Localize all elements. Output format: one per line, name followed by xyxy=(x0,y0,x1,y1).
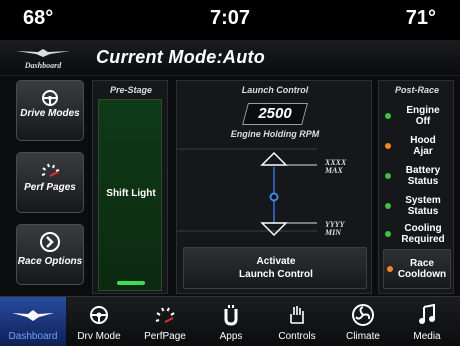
perf-pages-label: Perf Pages xyxy=(24,182,76,193)
nav-climate[interactable]: Climate xyxy=(330,297,396,346)
status-dot xyxy=(385,203,391,209)
nav-label: Media xyxy=(413,331,441,342)
pr-line1: Engine xyxy=(406,105,440,116)
nav-controls[interactable]: Controls xyxy=(264,297,330,346)
perf-pages-button[interactable]: Perf Pages xyxy=(16,152,84,213)
nav-dashboard[interactable]: Dashboard xyxy=(0,297,66,346)
rpm-min-label: YYYY MIN xyxy=(325,221,345,237)
rpm-min-down-arrow[interactable] xyxy=(260,222,288,237)
pr-line2: Ajar xyxy=(413,146,433,157)
pr-btn-line1: Race xyxy=(410,258,434,269)
nav-label: Controls xyxy=(278,331,316,342)
shift-light-display: Shift Light xyxy=(98,99,162,291)
status-dot xyxy=(385,143,391,149)
rpm-max-up-arrow[interactable] xyxy=(260,151,288,166)
pr-line2: Status xyxy=(407,206,439,217)
status-dot xyxy=(385,231,391,237)
pr-line2: Off xyxy=(415,116,431,127)
apps-icon xyxy=(224,305,238,326)
race-options-button[interactable]: Race Options xyxy=(16,224,84,285)
rpm-value: 2500 xyxy=(258,105,292,122)
pr-line2: Required xyxy=(401,234,445,245)
main-panel: Drive Modes Perf Pages Race Options Pre-… xyxy=(0,76,460,296)
nav-label: Dashboard xyxy=(8,331,58,342)
post-race-item-battery: Battery Status xyxy=(379,161,455,191)
status-dot xyxy=(385,113,391,119)
drive-modes-label: Drive Modes xyxy=(20,108,80,119)
pr-btn-line2: Cooldown xyxy=(397,269,447,280)
bottom-nav: Dashboard Drv Mode PerfPage Apps Control… xyxy=(0,296,460,346)
dashboard-wing-icon xyxy=(12,310,54,321)
nav-apps[interactable]: Apps xyxy=(198,297,264,346)
pr-line1: Battery xyxy=(405,165,441,176)
race-cooldown-button[interactable]: Race Cooldown xyxy=(383,249,451,289)
status-bar: 68° 7:07 71° xyxy=(0,0,460,38)
engine-holding-rpm-label: Engine Holding RPM xyxy=(230,129,320,139)
shift-light-indicator xyxy=(117,281,145,285)
status-dot xyxy=(385,173,391,179)
pr-line1: Cooling xyxy=(404,223,442,234)
nav-media[interactable]: Media xyxy=(394,297,460,346)
post-race-header: Post-Race xyxy=(394,85,439,95)
pre-stage-panel: Pre-Stage Shift Light xyxy=(92,80,168,294)
activate-line1: Activate xyxy=(256,256,296,267)
mode-bar: Dashboard Current Mode:Auto xyxy=(0,40,460,76)
dashboard-logo-label: Dashboard xyxy=(24,61,62,70)
nav-label: Apps xyxy=(219,331,243,342)
nav-label: Climate xyxy=(346,331,380,342)
activate-line2: Launch Control xyxy=(239,269,313,280)
post-race-item-cooling: Cooling Required xyxy=(379,219,455,249)
pr-line1: Hood xyxy=(410,135,436,146)
rpm-max-label: XXXX MAX xyxy=(325,159,346,175)
steering-wheel-icon xyxy=(90,306,108,324)
wing-logo-icon xyxy=(16,49,70,57)
nav-drv-mode[interactable]: Drv Mode xyxy=(66,297,132,346)
gauge-icon xyxy=(41,163,60,177)
nav-label: PerfPage xyxy=(144,331,186,342)
post-race-item-engine: Engine Off xyxy=(379,101,455,131)
current-mode-title: Current Mode:Auto xyxy=(96,47,266,67)
rpm-range-slider[interactable]: XXXX MAX YYYY MIN xyxy=(177,139,373,239)
steering-wheel-icon xyxy=(42,90,58,106)
post-race-item-hood: Hood Ajar xyxy=(379,131,455,161)
post-race-item-system: System Status xyxy=(379,191,455,221)
rpm-min-caption: MIN xyxy=(325,228,342,237)
post-race-panel: Post-Race Engine Off Hood Ajar Battery Stat… xyxy=(378,80,454,294)
drive-modes-button[interactable]: Drive Modes xyxy=(16,80,84,141)
gauge-icon xyxy=(155,307,175,323)
fan-icon xyxy=(352,304,374,326)
rpm-max-caption: MAX xyxy=(325,166,343,175)
chevron-right-circle-icon xyxy=(40,232,60,252)
outside-temp-right[interactable]: 71° xyxy=(406,7,436,30)
shift-light-label: Shift Light xyxy=(106,188,156,199)
activate-launch-control-button[interactable]: Activate Launch Control xyxy=(183,247,367,289)
hand-controls-icon xyxy=(290,306,304,324)
pr-line1: System xyxy=(405,195,441,206)
music-note-icon xyxy=(419,303,435,324)
clock: 7:07 xyxy=(209,7,251,29)
nav-perf-page[interactable]: PerfPage xyxy=(132,297,198,346)
launch-control-header: Launch Control xyxy=(241,85,309,95)
pr-line2: Status xyxy=(407,176,439,187)
pre-stage-header: Pre-Stage xyxy=(109,85,153,95)
nav-label: Drv Mode xyxy=(77,331,121,342)
race-options-label: Race Options xyxy=(17,256,83,267)
launch-control-panel: Launch Control 2500 Engine Holding RPM X… xyxy=(176,80,372,294)
dashboard-logo[interactable]: Dashboard xyxy=(8,46,78,72)
